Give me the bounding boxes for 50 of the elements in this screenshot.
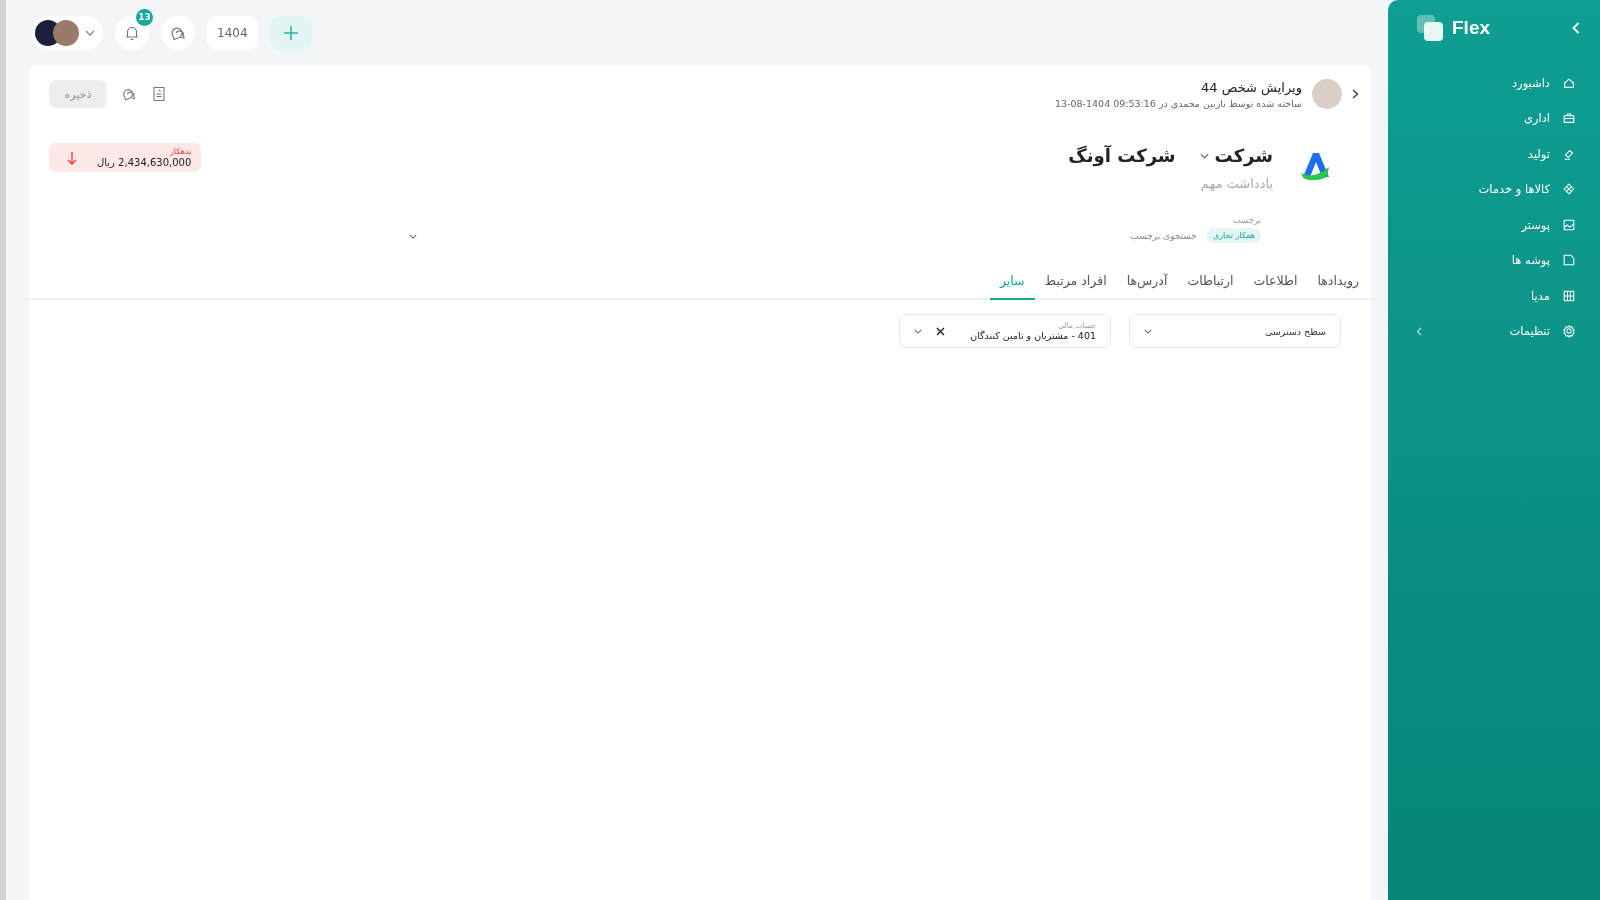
chevron-down-icon [914,328,922,334]
balance-amount: 2,434,630,000 ریال [97,157,192,168]
tab[interactable]: آدرس‌ها [1116,265,1178,300]
nav-item[interactable]: پوستر [1416,214,1576,235]
nav-item[interactable]: داشبورد [1416,72,1576,93]
tag-chip[interactable]: همکار تجاری [1206,228,1261,243]
user-menu[interactable] [32,15,103,50]
collapse-icon[interactable] [1572,22,1580,34]
nav-item[interactable]: تولید [1416,143,1576,164]
page-title: ویرایش شخص 44 [1200,79,1302,95]
company-name: شرکت آونگ [1068,145,1176,166]
nav-icon [1562,253,1576,267]
tab[interactable]: سایر [989,265,1035,300]
chat-button[interactable] [161,15,195,50]
chevron-down-icon [1144,328,1152,334]
select-field[interactable]: سطح دسترسی [1129,314,1341,348]
avatar [53,19,79,46]
nav-item[interactable]: پوشه ها [1416,249,1576,271]
nav-item[interactable]: تنظیمات [1416,320,1576,342]
nav-icon [1562,324,1576,338]
nav-icon [1562,217,1576,232]
logo-icon [1416,14,1444,42]
chevron-down-icon [1199,152,1209,159]
document-icon[interactable] [151,86,167,102]
notification-count: 13 [136,8,153,26]
nav-icon [1562,182,1576,196]
notifications-button[interactable] [115,15,149,50]
balance-label: بدهکار [169,147,192,156]
tab[interactable]: رویدادها [1307,265,1369,300]
nav-item[interactable]: مدیا [1416,285,1576,306]
nav-icon [1562,288,1576,303]
plus-icon [282,24,299,41]
brand-name: Flex [1452,17,1491,39]
entity-type-select[interactable]: شرکت [1199,145,1273,166]
tags-label: برچسب [1231,215,1261,225]
person-avatar [1312,79,1342,109]
nav-icon [1562,111,1576,125]
chevron-down-icon[interactable] [409,234,417,239]
year-button[interactable]: 1404 [207,15,258,50]
created-info: ساخته شده توسط نازنین محمدی در 09:53:16 1404-08-13 [1054,97,1302,109]
tab[interactable]: افراد مرتبط [1034,265,1117,300]
clear-icon[interactable] [936,326,945,336]
chevron-right-icon[interactable] [1352,89,1359,99]
chat-icon[interactable] [121,86,137,102]
nav-item[interactable]: کالاها و خدمات [1416,178,1576,200]
arrow-down-icon [67,150,77,165]
nav-item[interactable]: اداری [1416,107,1576,129]
tab[interactable]: ارتباطات [1177,265,1244,300]
chevron-down-icon [85,29,95,36]
tab[interactable]: اطلاعات [1243,265,1308,300]
